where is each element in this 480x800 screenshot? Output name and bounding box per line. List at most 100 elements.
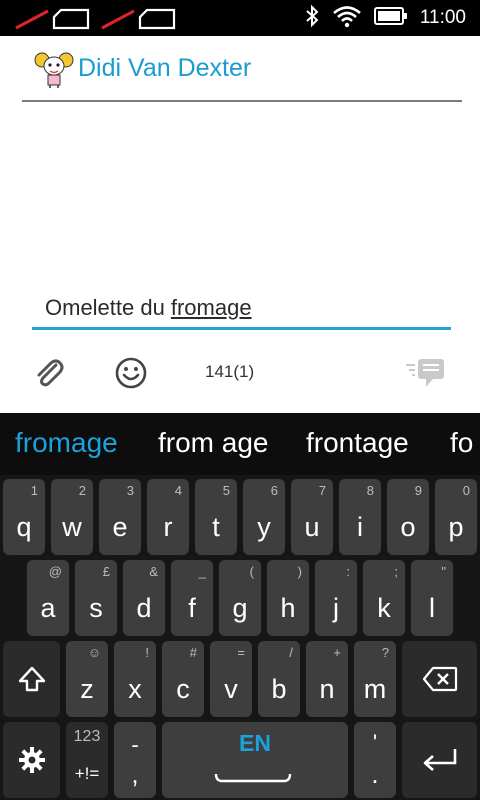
- key-hint-label: =: [237, 645, 245, 660]
- bluetooth-icon: [304, 4, 320, 33]
- dash-label: -: [131, 732, 139, 757]
- key-b[interactable]: / b: [258, 641, 300, 717]
- key-g[interactable]: (g: [219, 560, 261, 636]
- backspace-key[interactable]: [402, 641, 477, 717]
- key-j[interactable]: :j: [315, 560, 357, 636]
- message-composing-word: fromage: [170, 295, 252, 320]
- key-hint-label: ): [297, 564, 302, 579]
- key-d[interactable]: & d: [123, 560, 165, 636]
- key-a[interactable]: @ a: [27, 560, 69, 636]
- key-label: r: [163, 512, 173, 542]
- wifi-icon: [332, 4, 362, 33]
- suggestion-item[interactable]: fromage: [15, 427, 118, 459]
- key-hint-label: _: [198, 564, 206, 579]
- key-e[interactable]: 3e: [99, 479, 141, 555]
- key-hint-label: £: [102, 564, 110, 579]
- settings-icon: [3, 722, 60, 798]
- key-label: p: [448, 512, 464, 542]
- paperclip-icon[interactable]: [32, 356, 66, 390]
- key-w[interactable]: 2w: [51, 479, 93, 555]
- symbols-key-bottom-label: +!=: [74, 764, 100, 783]
- key-hint-label: 9: [414, 483, 422, 498]
- key-k[interactable]: ; k: [363, 560, 405, 636]
- key-p[interactable]: 0p: [435, 479, 477, 555]
- key-label: z: [80, 674, 94, 704]
- key-hint-label: !: [145, 645, 149, 660]
- symbols-key-top-label: 123: [73, 728, 101, 745]
- contact-header[interactable]: Didi Van Dexter: [22, 36, 462, 102]
- message-text: Omelette du: [45, 295, 165, 320]
- key-label: j: [333, 593, 339, 623]
- comma-label: ,: [131, 759, 139, 789]
- contact-name: Didi Van Dexter: [78, 53, 252, 82]
- symbols-key[interactable]: 123 +!=: [66, 722, 108, 798]
- key-hint-label: 2: [78, 483, 86, 498]
- key-h[interactable]: ) h: [267, 560, 309, 636]
- key-label: l: [429, 593, 435, 623]
- key-hint-label: &: [149, 564, 158, 579]
- key-hint-label: ?: [381, 645, 389, 660]
- key-t[interactable]: 5t: [195, 479, 237, 555]
- key-hint-label: 4: [174, 483, 182, 498]
- key-hint-label: 7: [318, 483, 326, 498]
- key-label: w: [62, 512, 82, 542]
- smiley-icon[interactable]: [114, 356, 148, 390]
- key-hint-label: ☺: [87, 645, 101, 660]
- suggestion-item[interactable]: frontage: [306, 427, 409, 459]
- period-label: .: [371, 759, 379, 789]
- suggestion-bar: fromage from age frontage fo: [0, 413, 480, 475]
- key-z[interactable]: ☺ z: [66, 641, 108, 717]
- suggestion-item[interactable]: from age: [158, 427, 269, 459]
- key-y[interactable]: 6y: [243, 479, 285, 555]
- key-label: f: [188, 593, 196, 623]
- suggestion-item[interactable]: fo: [450, 427, 473, 459]
- dash-comma-key[interactable]: - ,: [114, 722, 156, 798]
- key-label: i: [357, 512, 363, 542]
- sim-no-signal-icon: [14, 8, 90, 30]
- key-label: x: [128, 674, 142, 704]
- apostrophe-period-key[interactable]: ' .: [354, 722, 396, 798]
- shift-icon: [3, 641, 60, 717]
- key-label: h: [280, 593, 296, 623]
- key-label: e: [112, 512, 128, 542]
- key-hint-label: @: [48, 564, 62, 579]
- shift-key[interactable]: [3, 641, 60, 717]
- key-o[interactable]: 9o: [387, 479, 429, 555]
- enter-key[interactable]: [402, 722, 477, 798]
- key-x[interactable]: ! x: [114, 641, 156, 717]
- key-m[interactable]: ? m: [354, 641, 396, 717]
- battery-icon: [373, 6, 408, 31]
- backspace-icon: [402, 641, 477, 717]
- send-icon[interactable]: [404, 356, 446, 390]
- sim-no-signal-icon: [100, 8, 176, 30]
- key-label: s: [89, 593, 103, 623]
- clock: 11:00: [419, 7, 466, 28]
- key-hint-label: 3: [126, 483, 134, 498]
- settings-key[interactable]: [3, 722, 60, 798]
- key-q[interactable]: 1q: [3, 479, 45, 555]
- key-u[interactable]: 7u: [291, 479, 333, 555]
- key-label: u: [304, 512, 320, 542]
- key-hint-label: 1: [30, 483, 38, 498]
- key-hint-label: :: [346, 564, 350, 579]
- key-label: d: [136, 593, 152, 623]
- key-label: y: [257, 512, 271, 542]
- key-label: t: [212, 512, 220, 542]
- key-label: m: [363, 674, 387, 704]
- key-c[interactable]: # c: [162, 641, 204, 717]
- key-label: o: [400, 512, 416, 542]
- key-r[interactable]: 4r: [147, 479, 189, 555]
- key-label: v: [224, 674, 238, 704]
- key-hint-label: 6: [270, 483, 278, 498]
- keyboard: fromage from age frontage fo 1q 2w 3e 4r…: [0, 413, 480, 800]
- key-s[interactable]: £ s: [75, 560, 117, 636]
- key-i[interactable]: 8i: [339, 479, 381, 555]
- composer-toolbar: 141(1): [0, 348, 480, 398]
- space-key[interactable]: EN: [162, 722, 348, 798]
- key-l[interactable]: " l: [411, 560, 453, 636]
- message-input[interactable]: Omelette du fromage: [32, 288, 451, 330]
- key-hint-label: ": [441, 564, 446, 579]
- key-n[interactable]: + n: [306, 641, 348, 717]
- key-v[interactable]: = v: [210, 641, 252, 717]
- key-f[interactable]: _ f: [171, 560, 213, 636]
